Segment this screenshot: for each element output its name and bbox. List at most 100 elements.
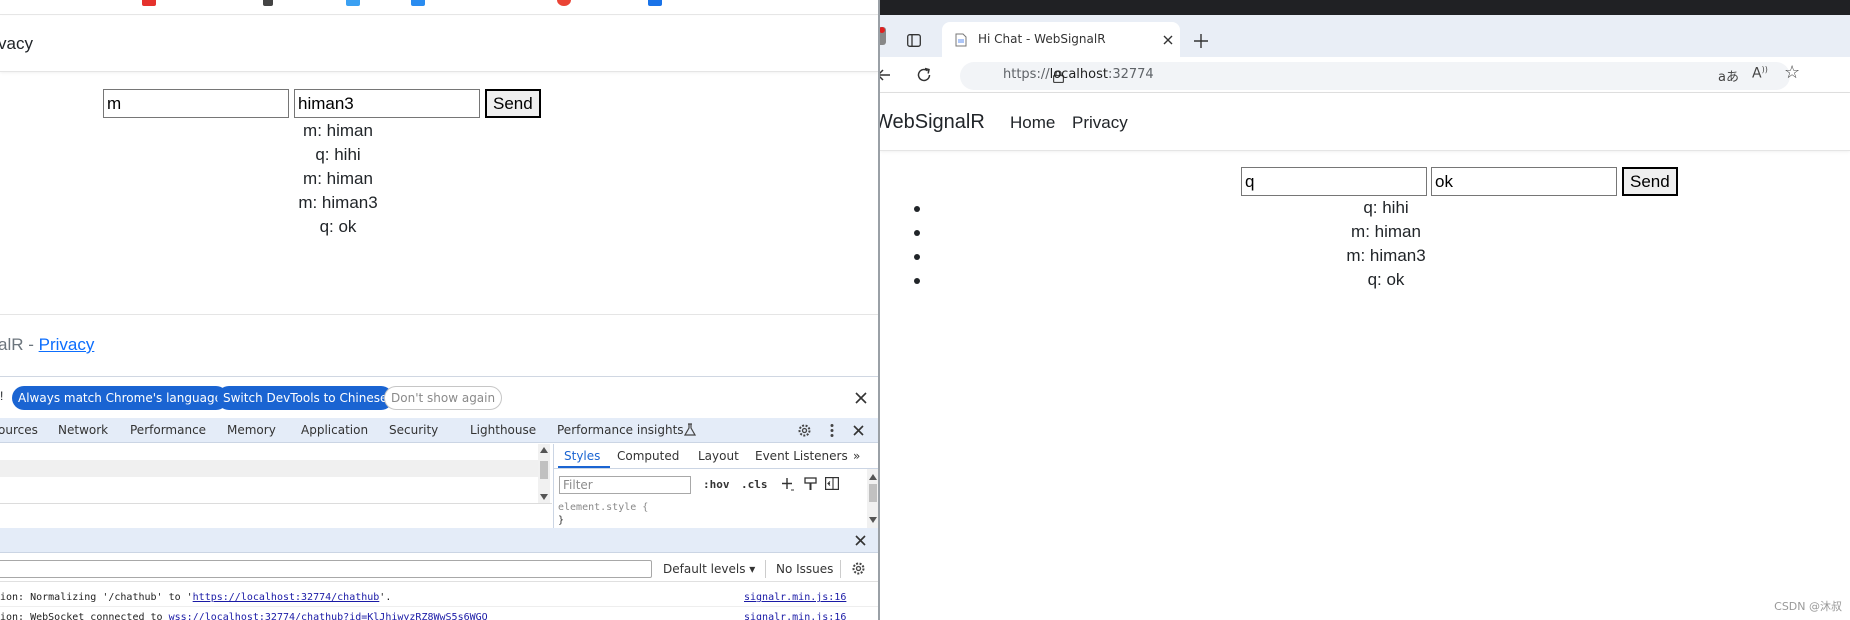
scroll-thumb[interactable] xyxy=(869,484,877,502)
tab-styles[interactable]: Styles xyxy=(564,449,600,463)
elements-pane xyxy=(0,444,552,528)
browser-tab[interactable]: Hi Chat - WebSignalR xyxy=(942,22,1180,57)
scroll-down-icon[interactable] xyxy=(869,517,877,523)
scroll-up-icon[interactable] xyxy=(869,474,877,480)
flask-icon xyxy=(684,423,696,436)
message-text: q: ok xyxy=(1367,270,1405,289)
bookmark-icon[interactable] xyxy=(142,0,156,6)
bookmark-icon[interactable] xyxy=(411,0,425,6)
translate-icon[interactable]: aあ xyxy=(1718,66,1739,85)
tab-performance-insights[interactable]: Performance insights xyxy=(557,423,684,437)
scroll-up-icon[interactable] xyxy=(540,447,548,453)
workspace-icon[interactable] xyxy=(880,27,886,45)
console-url-link[interactable]: https://localhost:32774/chathub xyxy=(193,592,380,603)
tab-sources[interactable]: ources xyxy=(0,423,38,437)
close-devtools-icon[interactable] xyxy=(853,425,864,436)
console-source-link[interactable]: signalr.min.js:16 xyxy=(744,592,846,603)
issues-counter[interactable]: No Issues xyxy=(776,562,833,576)
toggle-sidebar-icon[interactable] xyxy=(825,477,839,490)
styles-pane: Styles Computed Layout Event Listeners »… xyxy=(553,444,878,528)
nav-link-privacy[interactable]: Privacy xyxy=(1072,113,1128,133)
user-input[interactable] xyxy=(1241,167,1427,196)
read-aloud-icon[interactable]: A)) xyxy=(1752,65,1768,82)
user-input[interactable] xyxy=(103,89,289,118)
tab-application[interactable]: Application xyxy=(301,423,368,437)
elements-scrollbar[interactable] xyxy=(538,444,550,503)
vertical-tabs-icon[interactable] xyxy=(907,34,921,47)
tab-computed[interactable]: Computed xyxy=(617,449,679,463)
tab-network[interactable]: Network xyxy=(58,423,108,437)
element-style-rule: element.style { xyxy=(558,502,648,513)
message-item: m: himan3 xyxy=(914,244,1850,268)
toolbar-separator xyxy=(765,560,766,578)
tab-title: Hi Chat - WebSignalR xyxy=(978,32,1106,46)
dom-node-row[interactable] xyxy=(0,460,538,477)
close-tab-icon[interactable] xyxy=(1163,35,1173,45)
favorite-star-icon[interactable]: ☆ xyxy=(1784,62,1800,83)
kebab-menu-icon[interactable] xyxy=(830,423,834,438)
dont-show-again-button[interactable]: Don't show again xyxy=(384,386,503,410)
close-drawer-icon[interactable] xyxy=(855,535,866,546)
gear-icon[interactable] xyxy=(797,423,812,438)
message-item: m: himan xyxy=(914,220,1850,244)
rule-close-brace: } xyxy=(558,515,565,526)
console-text: ion: Normalizing '/chathub' to ' xyxy=(0,592,193,603)
toolbar-separator xyxy=(840,560,841,578)
default-levels-dropdown[interactable]: Default levels ▾ xyxy=(663,562,755,576)
cls-toggle[interactable]: .cls xyxy=(741,478,768,491)
new-tab-icon[interactable] xyxy=(1194,34,1208,48)
nav-link-home[interactable]: Home xyxy=(1010,113,1055,133)
bookmark-icon[interactable] xyxy=(557,0,571,6)
console-drawer-bar xyxy=(0,528,878,553)
add-rule-icon[interactable] xyxy=(781,477,795,491)
back-arrow-icon[interactable] xyxy=(880,68,890,82)
message-input[interactable] xyxy=(294,89,480,118)
paint-brush-icon[interactable] xyxy=(804,477,817,491)
url-scheme: https:// xyxy=(1003,67,1050,82)
url-text[interactable]: https://localhost:32774 xyxy=(1003,67,1154,82)
styles-filter-input[interactable]: Filter xyxy=(559,476,691,494)
footer-privacy-link[interactable]: Privacy xyxy=(39,335,95,354)
send-button[interactable]: Send xyxy=(485,89,541,118)
bookmark-icon[interactable] xyxy=(263,0,273,6)
console-filter-input[interactable] xyxy=(0,560,652,578)
tab-performance[interactable]: Performance xyxy=(130,423,206,437)
tab-layout[interactable]: Layout xyxy=(698,449,739,463)
bookmark-icon[interactable] xyxy=(346,0,360,6)
styles-scrollbar[interactable] xyxy=(867,469,878,528)
message-item: q: ok xyxy=(914,268,1850,292)
bookmark-icon[interactable] xyxy=(648,0,662,6)
scroll-down-icon[interactable] xyxy=(540,494,548,500)
banner-lead: ! xyxy=(0,389,4,403)
site-navbar: WebSignalR Home Privacy xyxy=(880,93,1850,151)
element-style-selector: element.style { xyxy=(558,502,649,513)
console-source-link[interactable]: signalr.min.js:16 xyxy=(744,612,846,620)
console-text: '. xyxy=(379,592,392,603)
console-settings-gear-icon[interactable] xyxy=(851,561,866,576)
active-tab-underline xyxy=(558,466,610,468)
tab-event-listeners[interactable]: Event Listeners xyxy=(755,449,848,463)
switch-devtools-chinese-button[interactable]: Switch DevTools to Chinese xyxy=(217,386,394,410)
message-text: m: himan xyxy=(1351,222,1421,241)
styles-tab-bar: Styles Computed Layout Event Listeners » xyxy=(554,444,878,469)
nav-link-privacy[interactable]: vacy xyxy=(0,34,33,54)
refresh-icon[interactable] xyxy=(916,67,932,83)
send-button[interactable]: Send xyxy=(1622,167,1678,196)
scroll-thumb[interactable] xyxy=(540,461,548,479)
footer-text: alR - xyxy=(0,335,39,354)
tab-memory[interactable]: Memory xyxy=(227,423,276,437)
page-icon xyxy=(955,33,967,47)
devtools-tab-bar: ources Network Performance Memory Applic… xyxy=(0,418,878,443)
more-tabs-icon[interactable]: » xyxy=(853,449,860,463)
tab-lighthouse[interactable]: Lighthouse xyxy=(470,423,536,437)
always-match-language-button[interactable]: Always match Chrome's language xyxy=(12,386,228,410)
hov-toggle[interactable]: :hov xyxy=(703,478,730,491)
close-icon[interactable] xyxy=(855,392,867,404)
dom-node-row[interactable] xyxy=(0,444,538,461)
console-url-link[interactable]: wss://localhost:32774/chathub?id=KlJhiwy… xyxy=(169,612,488,620)
navbar-brand[interactable]: WebSignalR xyxy=(880,111,985,134)
message-item: q: hihi xyxy=(315,145,361,164)
message-item: q: hihi xyxy=(914,196,1850,220)
message-input[interactable] xyxy=(1431,167,1617,196)
tab-security[interactable]: Security xyxy=(389,423,438,437)
